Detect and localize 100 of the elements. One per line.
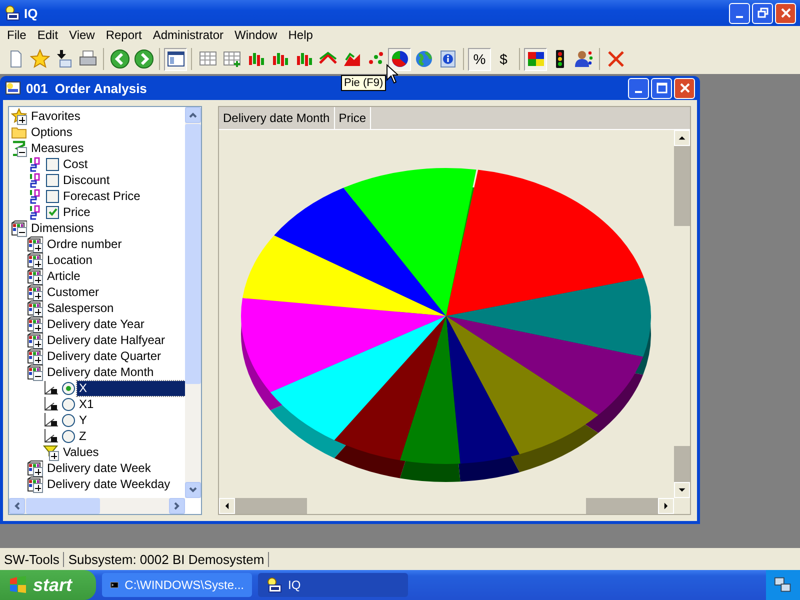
maximize-icon — [656, 82, 668, 94]
checkbox[interactable] — [46, 206, 59, 218]
expand-toggle[interactable] — [33, 371, 43, 381]
close-icon — [606, 49, 626, 69]
scroll-thumb[interactable] — [674, 146, 690, 226]
tree-item[interactable]: X1 — [77, 396, 96, 412]
tree-item[interactable]: Delivery date Weekday — [45, 476, 172, 492]
report-icon — [5, 80, 21, 96]
checkbox[interactable] — [46, 174, 59, 186]
toolbar-button[interactable]: $ — [492, 48, 515, 70]
expand-toggle[interactable] — [17, 147, 27, 157]
expand-toggle[interactable] — [33, 355, 43, 365]
expand-toggle[interactable] — [33, 323, 43, 333]
tree-item[interactable]: Salesperson — [45, 300, 116, 316]
expand-toggle[interactable] — [17, 115, 27, 125]
scroll-thumb[interactable] — [674, 446, 690, 482]
tree-item[interactable]: Measures — [29, 140, 86, 156]
scroll-right-icon — [172, 501, 182, 511]
tree-item[interactable]: Delivery date Week — [45, 460, 153, 476]
maximize-button[interactable] — [651, 78, 672, 98]
tree-item[interactable]: Delivery date Halfyear — [45, 332, 168, 348]
horizontal-scrollbar[interactable] — [219, 498, 674, 514]
tree-item[interactable]: Delivery date Quarter — [45, 348, 164, 364]
number-icon — [27, 188, 43, 204]
tree-item[interactable]: Cost — [61, 156, 90, 172]
scroll-thumb[interactable] — [235, 498, 307, 514]
tree-item[interactable]: Dimensions — [29, 220, 96, 236]
tree-item[interactable]: Customer — [45, 284, 102, 300]
tree-item[interactable]: Discount — [61, 172, 112, 188]
scroll-thumb[interactable] — [185, 124, 201, 384]
forward-arrow-button[interactable] — [132, 48, 155, 70]
pie-chart-button[interactable] — [388, 48, 411, 70]
scroll-up-icon — [188, 110, 198, 120]
restore-button[interactable] — [752, 2, 773, 24]
star-icon — [30, 49, 50, 69]
scroll-down-icon — [678, 486, 686, 494]
scroll-up-icon — [678, 134, 686, 142]
tree-item[interactable]: Forecast Price — [61, 188, 142, 204]
toolbar-button[interactable]: % — [468, 48, 491, 70]
vertical-scrollbar[interactable] — [674, 130, 690, 498]
tree-item[interactable]: Values — [61, 444, 101, 460]
minimize-button[interactable] — [729, 2, 750, 24]
back-arrow-button[interactable] — [108, 48, 131, 70]
horizontal-scrollbar[interactable] — [9, 498, 185, 514]
tree-item[interactable]: X — [77, 380, 185, 396]
menu-item[interactable]: View — [64, 28, 101, 42]
expand-toggle[interactable] — [33, 275, 43, 285]
expand-toggle[interactable] — [33, 259, 43, 269]
vertical-scrollbar[interactable] — [185, 107, 201, 498]
cursor-icon — [386, 64, 398, 84]
expand-toggle[interactable] — [17, 227, 27, 237]
minimize-icon — [635, 90, 642, 92]
tree-item[interactable]: Y — [77, 412, 90, 428]
checkbox[interactable] — [46, 190, 59, 202]
menu-item[interactable]: Administrator — [148, 28, 230, 42]
menu-item[interactable]: File — [2, 28, 32, 42]
scroll-thumb[interactable] — [26, 498, 100, 514]
tree-item[interactable]: Favorites — [29, 108, 82, 124]
tree-item[interactable]: Z — [77, 428, 88, 444]
column-header[interactable]: Delivery date Month — [219, 107, 335, 129]
scroll-right-icon — [662, 502, 670, 510]
tree-item[interactable]: Delivery date Month — [45, 364, 156, 380]
menu-item[interactable]: Window — [230, 28, 284, 42]
tree-item[interactable]: Location — [45, 252, 94, 268]
tree-item[interactable]: Options — [29, 124, 74, 140]
checkbox[interactable] — [46, 158, 59, 170]
pie-chart-icon — [390, 49, 410, 69]
close-button[interactable] — [775, 2, 796, 24]
tree-item[interactable]: Delivery date Year — [45, 316, 146, 332]
expand-toggle[interactable] — [33, 291, 43, 301]
window-layout-icon — [166, 49, 186, 69]
tree-item[interactable]: Ordre number — [45, 236, 124, 252]
scroll-thumb[interactable] — [586, 498, 658, 514]
close-icon — [678, 82, 690, 94]
expand-toggle[interactable] — [33, 483, 43, 493]
radio-button[interactable] — [62, 382, 75, 394]
menu-item[interactable]: Edit — [32, 28, 64, 42]
radio-button[interactable] — [62, 430, 75, 442]
window-layout-button[interactable] — [164, 48, 187, 70]
taskbar-button[interactable]: C:\WINDOWS\Syste... — [102, 573, 252, 597]
windows-flag-icon — [8, 575, 28, 595]
expand-toggle[interactable] — [33, 339, 43, 349]
minimize-button[interactable] — [628, 78, 649, 98]
tree-item[interactable]: Article — [45, 268, 82, 284]
expand-toggle[interactable] — [33, 243, 43, 253]
menu-item[interactable]: Help — [283, 28, 319, 42]
radio-button[interactable] — [62, 398, 75, 410]
color-grid-button[interactable] — [524, 48, 547, 70]
tree-item[interactable]: Price — [61, 204, 92, 220]
menu-item[interactable]: Report — [100, 28, 148, 42]
number-icon — [27, 204, 43, 220]
expand-toggle[interactable] — [49, 451, 59, 461]
close-button[interactable] — [674, 78, 695, 98]
taskbar-button[interactable]: IQ — [258, 573, 408, 597]
column-header[interactable]: Price — [334, 107, 372, 129]
number-icon — [27, 156, 43, 172]
radio-button[interactable] — [62, 414, 75, 426]
star-button[interactable] — [28, 48, 51, 70]
expand-toggle[interactable] — [33, 467, 43, 477]
expand-toggle[interactable] — [33, 307, 43, 317]
